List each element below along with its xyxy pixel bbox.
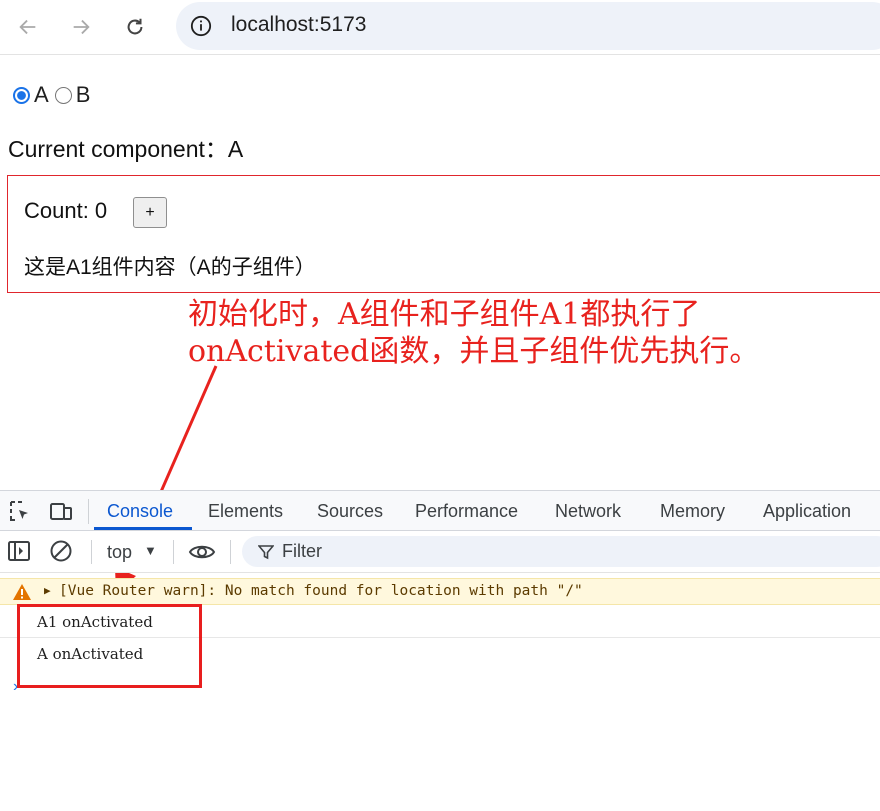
console-toolbar: top ▼ Filter: [0, 531, 880, 573]
radio-b[interactable]: [54, 86, 72, 104]
console-warning-row[interactable]: ▶ [Vue Router warn]: No match found for …: [0, 578, 880, 605]
forward-icon: [73, 19, 90, 35]
inspect-element-icon[interactable]: [8, 499, 32, 523]
site-info-icon[interactable]: [190, 15, 212, 37]
filter-icon: [258, 545, 274, 560]
clear-console-icon[interactable]: [49, 539, 73, 563]
devtools-tab-bar: Console Elements Sources Performance Net…: [0, 490, 880, 531]
tab-elements[interactable]: Elements: [208, 501, 283, 522]
filter-input[interactable]: Filter: [242, 536, 880, 567]
address-bar[interactable]: localhost:5173: [176, 2, 880, 50]
component-radio-group: A B: [13, 82, 96, 108]
tab-sources[interactable]: Sources: [317, 501, 383, 522]
component-a-container: Count: 0 + 这是A1组件内容（A的子组件）: [7, 175, 880, 293]
annotation-line-2: onActivated函数，并且子组件优先执行。: [188, 334, 760, 369]
active-tab-indicator: [94, 527, 192, 530]
context-selector[interactable]: top: [107, 542, 132, 563]
reload-button[interactable]: [120, 12, 150, 42]
filter-placeholder: Filter: [282, 541, 322, 561]
annotation-arrow: [115, 365, 218, 594]
reload-icon: [127, 18, 143, 35]
toolbar-separator: [173, 540, 174, 564]
back-button[interactable]: [13, 12, 43, 42]
tab-performance[interactable]: Performance: [415, 501, 518, 522]
browser-toolbar: localhost:5173: [0, 0, 880, 55]
toolbar-separator: [91, 540, 92, 564]
annotation-text: 初始化时，A组件和子组件A1都执行了 onActivated函数，并且子组件优先…: [188, 296, 759, 370]
radio-a[interactable]: [13, 86, 30, 104]
increment-button[interactable]: +: [133, 197, 167, 228]
radio-a-label[interactable]: A: [34, 82, 49, 108]
toolbar-separator: [230, 540, 231, 564]
tab-console[interactable]: Console: [107, 501, 173, 522]
sidebar-toggle-icon[interactable]: [7, 539, 31, 563]
forward-button[interactable]: [66, 12, 96, 42]
highlight-box: [17, 604, 202, 688]
eye-icon[interactable]: [188, 540, 216, 564]
radio-b-label[interactable]: B: [76, 82, 91, 108]
back-icon: [19, 19, 36, 35]
count-label: Count: 0: [24, 198, 108, 223]
tab-application[interactable]: Application: [763, 501, 851, 522]
annotation-line-1: 初始化时，A组件和子组件A1都执行了: [188, 297, 701, 332]
caret-down-icon[interactable]: ▼: [144, 543, 157, 558]
current-component-text: Current component：A: [8, 136, 244, 162]
a1-content-text: 这是A1组件内容（A的子组件）: [24, 256, 316, 279]
expand-caret-icon[interactable]: ▶: [44, 584, 51, 597]
warning-icon: [13, 584, 31, 600]
url-text[interactable]: localhost:5173: [231, 13, 366, 37]
warning-message: [Vue Router warn]: No match found for lo…: [59, 583, 583, 599]
tab-network[interactable]: Network: [555, 501, 621, 522]
device-toolbar-icon[interactable]: [49, 499, 73, 523]
tab-separator: [88, 499, 89, 524]
tab-memory[interactable]: Memory: [660, 501, 725, 522]
